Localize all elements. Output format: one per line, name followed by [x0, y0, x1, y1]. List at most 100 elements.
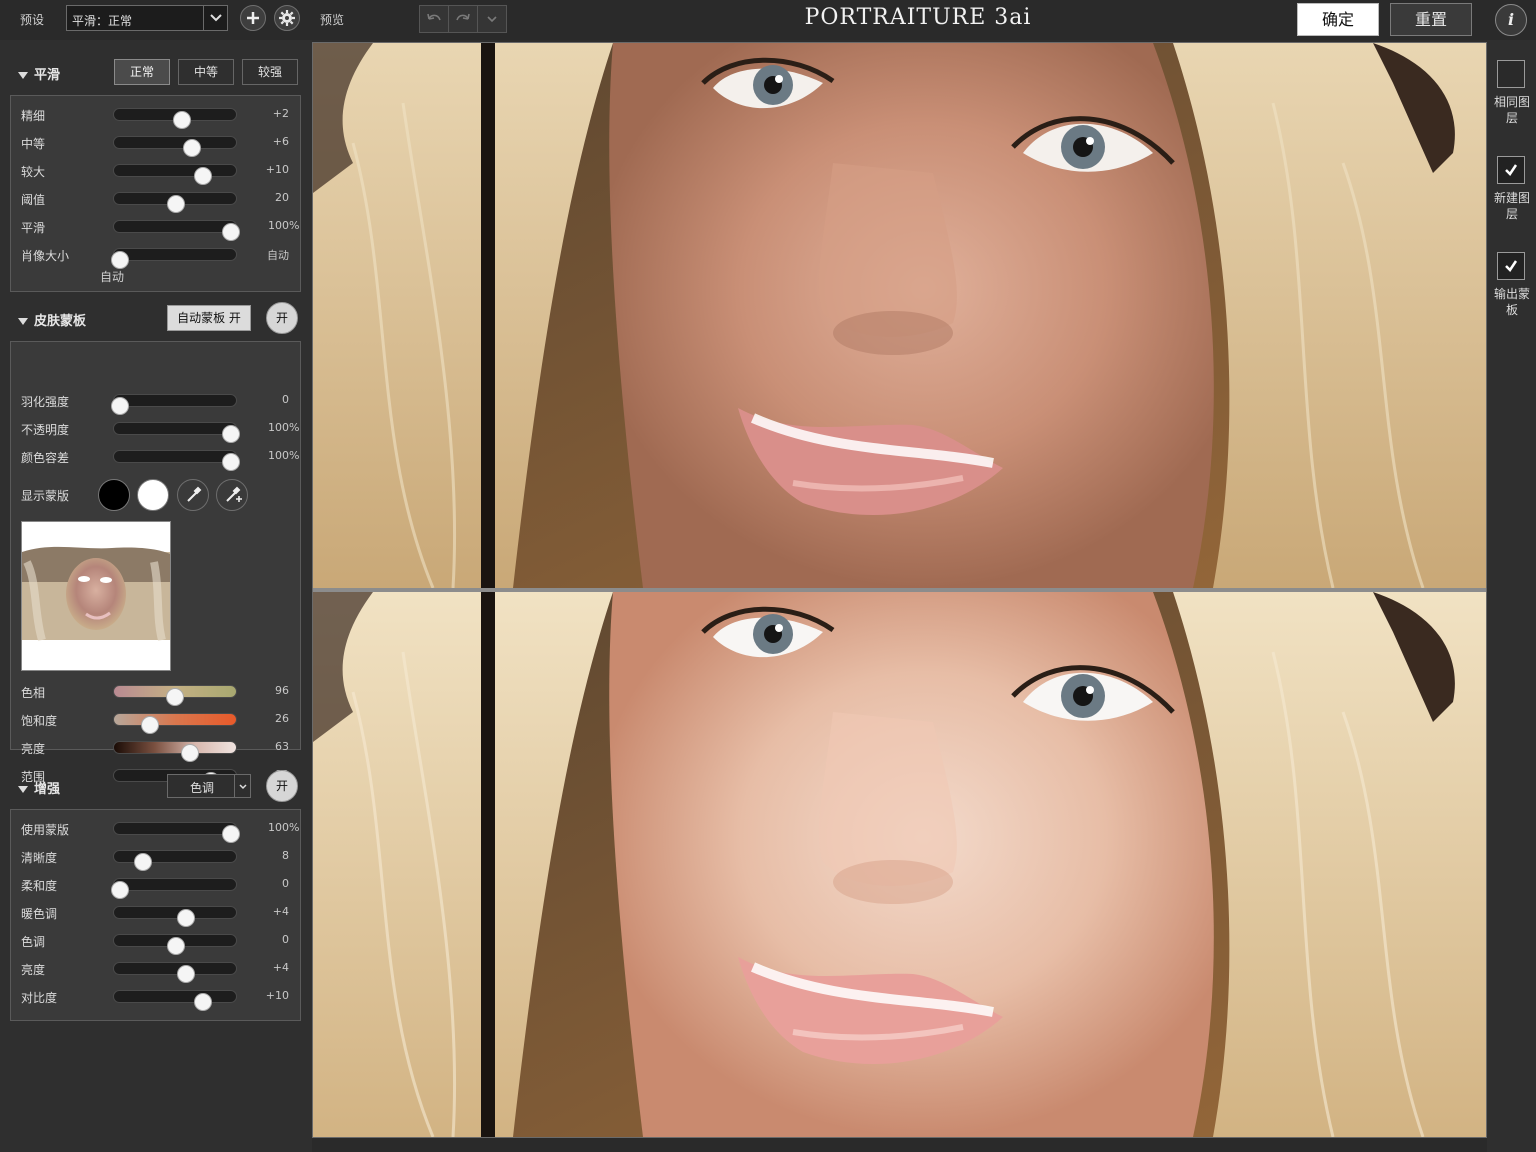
slider-unit: % — [289, 421, 300, 434]
section-header-skin-mask[interactable]: 皮肤蒙板 — [18, 310, 86, 329]
mode-strong-button[interactable]: 较强 — [242, 59, 298, 85]
redo-button[interactable] — [449, 6, 478, 32]
mask-black-swatch[interactable] — [98, 479, 130, 511]
slider-value: +10 — [265, 989, 289, 1002]
slider-knob[interactable] — [111, 881, 130, 899]
slider-track[interactable] — [113, 164, 237, 185]
mask-white-swatch[interactable] — [137, 479, 169, 511]
slider-label: 清晰度 — [21, 851, 58, 865]
add-preset-button[interactable] — [240, 5, 266, 31]
plus-icon — [247, 12, 259, 24]
gear-icon — [279, 10, 295, 26]
slider-value: +4 — [272, 961, 289, 974]
settings-button[interactable] — [274, 5, 300, 31]
history-controls — [419, 5, 507, 33]
enhance-toggle[interactable]: 开 — [266, 770, 298, 802]
auto-mask-button[interactable]: 自动蒙板 开 — [167, 305, 251, 331]
slider-track[interactable] — [111, 248, 237, 269]
output-mask-checkbox[interactable] — [1497, 252, 1525, 280]
slider-row: 平滑 100% — [21, 215, 301, 241]
chevron-down-icon[interactable] — [234, 775, 250, 797]
slider-track[interactable] — [113, 422, 240, 443]
slider-unit: % — [289, 449, 300, 462]
slider-value: 0 — [282, 877, 289, 890]
slider-label: 饱和度 — [21, 714, 58, 728]
history-dropdown-button[interactable] — [478, 6, 506, 32]
slider-knob[interactable] — [221, 425, 240, 443]
top-toolbar: 预设 平滑：正常 预览 PORTRAITURE 3ai 确定 重置 i — [0, 0, 1536, 40]
slider-track[interactable] — [113, 108, 237, 129]
slider-value: 100 — [268, 219, 289, 232]
slider-track[interactable] — [113, 220, 240, 241]
section-header-smoothing[interactable]: 平滑 — [18, 64, 60, 83]
ok-button[interactable]: 确定 — [1297, 3, 1379, 36]
slider-knob[interactable] — [221, 453, 240, 471]
slider-track[interactable] — [113, 136, 237, 157]
slider-knob[interactable] — [221, 825, 240, 843]
eyedropper-add-button[interactable] — [216, 479, 248, 511]
slider-track[interactable] — [113, 934, 237, 955]
slider-track[interactable] — [113, 962, 237, 983]
slider-knob[interactable] — [165, 688, 184, 706]
slider-value: 96 — [275, 684, 289, 697]
slider-track[interactable] — [113, 450, 240, 471]
slider-value: 8 — [282, 849, 289, 862]
mode-medium-button[interactable]: 中等 — [178, 59, 234, 85]
slider-knob[interactable] — [176, 909, 195, 927]
slider-knob[interactable] — [111, 251, 130, 269]
slider-track[interactable] — [113, 713, 237, 734]
slider-label: 对比度 — [21, 991, 58, 1005]
section-title: 平滑 — [34, 68, 61, 83]
undo-button[interactable] — [420, 6, 449, 32]
slider-value: 自动 — [267, 249, 289, 262]
slider-knob[interactable] — [194, 167, 213, 185]
slider-label: 不透明度 — [21, 423, 70, 437]
slider-knob[interactable] — [167, 937, 185, 955]
slider-value: 100 — [268, 449, 289, 462]
collapse-triangle-icon — [18, 72, 28, 79]
preset-select[interactable]: 平滑：正常 — [66, 5, 228, 31]
chevron-down-icon — [487, 16, 497, 23]
same-layer-checkbox[interactable] — [1497, 60, 1525, 88]
chevron-down-icon[interactable] — [203, 6, 227, 30]
slider-knob[interactable] — [194, 993, 213, 1011]
slider-knob[interactable] — [111, 397, 130, 415]
slider-track[interactable] — [111, 394, 237, 415]
preview-retouched[interactable] — [313, 592, 1486, 1137]
slider-track[interactable] — [113, 850, 237, 871]
eyedropper-button[interactable] — [177, 479, 209, 511]
slider-track[interactable] — [113, 990, 237, 1011]
slider-row: 清晰度 8 — [21, 845, 301, 871]
slider-knob[interactable] — [221, 223, 240, 241]
section-title: 增强 — [34, 782, 61, 797]
slider-track[interactable] — [111, 878, 237, 899]
slider-knob[interactable] — [167, 195, 185, 213]
slider-knob[interactable] — [180, 744, 199, 762]
slider-row: 范围82 — [21, 764, 301, 790]
slider-track[interactable] — [113, 906, 237, 927]
enhance-mode-select[interactable]: 色调 — [167, 774, 251, 798]
slider-track[interactable] — [113, 685, 237, 706]
info-button[interactable]: i — [1495, 4, 1527, 36]
slider-knob[interactable] — [183, 139, 202, 157]
slider-value: 0 — [282, 393, 289, 406]
slider-label: 柔和度 — [21, 879, 58, 893]
slider-knob[interactable] — [133, 853, 152, 871]
preview-original[interactable] — [313, 43, 1486, 588]
slider-knob[interactable] — [140, 716, 159, 734]
slider-track[interactable] — [113, 822, 240, 843]
skin-mask-toggle[interactable]: 开 — [266, 302, 298, 334]
new-layer-checkbox[interactable] — [1497, 156, 1525, 184]
slider-row: 羽化强度 0 — [21, 389, 301, 415]
slider-knob[interactable] — [173, 111, 192, 129]
slider-label: 平滑 — [21, 221, 46, 235]
mode-normal-button[interactable]: 正常 — [114, 59, 170, 85]
slider-track[interactable] — [113, 741, 237, 762]
enhance-controls: 使用蒙版 100% 清晰度 8 柔和度 0 暖色调 +4 色调 0 亮度 +4 对比度 +10 — [10, 809, 301, 1021]
slider-knob[interactable] — [176, 965, 195, 983]
section-header-enhance[interactable]: 增强 — [18, 778, 60, 797]
slider-track[interactable] — [113, 192, 237, 213]
slider-value: +2 — [272, 107, 289, 120]
reset-button[interactable]: 重置 — [1390, 3, 1472, 36]
zoom-controls-strip — [312, 1138, 1487, 1152]
